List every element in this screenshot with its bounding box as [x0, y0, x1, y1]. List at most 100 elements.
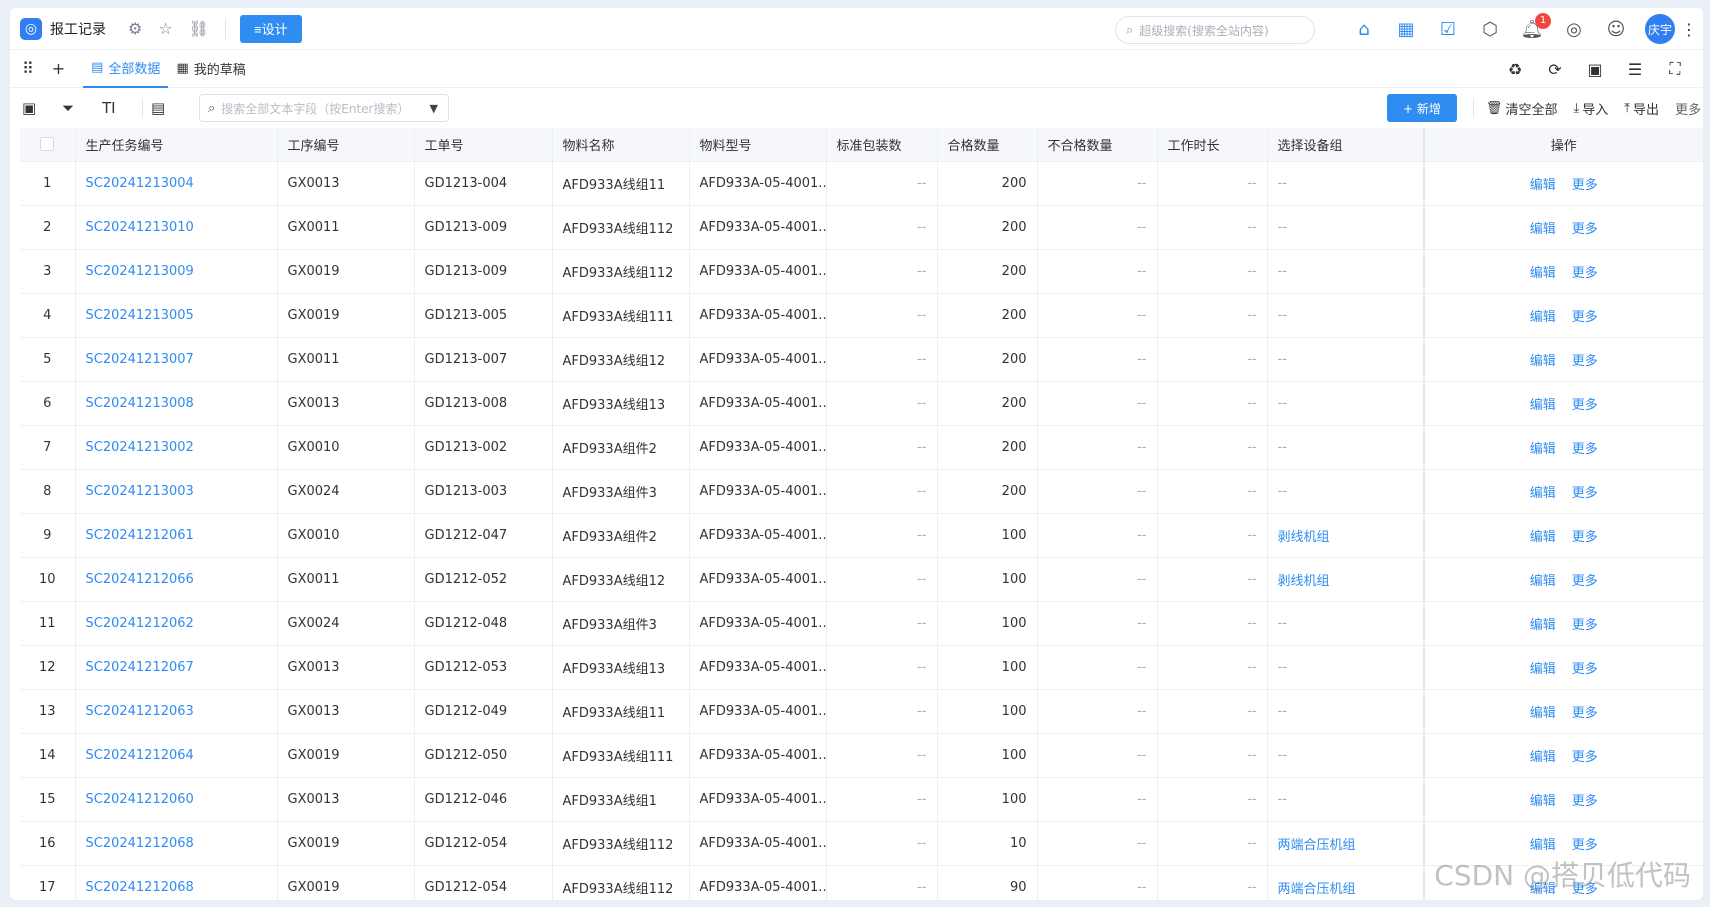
tab-my-drafts[interactable]: ▦ 我的草稿	[168, 50, 253, 88]
task-number-link[interactable]: SC20241212067	[75, 645, 278, 690]
table-row[interactable]: 11 SC20241212062 GX0024 GD1212-048 AFD933A组件…	[20, 601, 1703, 646]
chevron-down-icon[interactable]: ▼	[430, 102, 438, 115]
design-button[interactable]: ≡设计	[240, 14, 302, 43]
task-number-link[interactable]: SC20241213008	[75, 381, 278, 426]
task-number-link[interactable]: SC20241213007	[75, 337, 278, 382]
more-link[interactable]: 更多	[1572, 266, 1598, 281]
report-icon[interactable]: ▣	[1575, 60, 1615, 79]
column-settings-icon[interactable]: ▤	[151, 99, 191, 117]
device-group-cell[interactable]: 剥线机组	[1267, 557, 1425, 602]
table-row[interactable]: 3 SC20241213009 GX0019 GD1213-009 AFD933A线组1…	[20, 249, 1703, 294]
more-link[interactable]: 更多	[1572, 662, 1598, 677]
edit-link[interactable]: 编辑	[1530, 618, 1556, 633]
column-header[interactable]: 物料型号	[689, 128, 827, 162]
apps-grid-icon[interactable]: ▦	[1385, 19, 1427, 40]
column-header[interactable]: 物料名称	[552, 128, 690, 162]
more-link[interactable]: 更多	[1572, 486, 1598, 501]
column-header[interactable]: 不合格数量	[1037, 128, 1158, 162]
table-row[interactable]: 7 SC20241213002 GX0010 GD1213-002 AFD933A组件2…	[20, 425, 1703, 470]
filter-icon[interactable]: ⏷	[62, 99, 102, 117]
more-link[interactable]: 更多	[1572, 178, 1598, 193]
edit-link[interactable]: 编辑	[1530, 530, 1556, 545]
more-button[interactable]: 更多	[1675, 99, 1701, 118]
edit-link[interactable]: 编辑	[1530, 706, 1556, 721]
more-link[interactable]: 更多	[1572, 882, 1598, 897]
edit-link[interactable]: 编辑	[1530, 794, 1556, 809]
task-number-link[interactable]: SC20241213003	[75, 469, 278, 514]
table-search-input[interactable]: ⌕ 搜索全部文本字段（按Enter搜索） ▼	[199, 94, 449, 122]
task-check-icon[interactable]: ☑	[1427, 19, 1469, 40]
device-group-cell[interactable]: 两端合压机组	[1267, 821, 1425, 866]
table-row[interactable]: 14 SC20241212064 GX0019 GD1212-050 AFD933A线组…	[20, 733, 1703, 778]
device-group-cell[interactable]: 两端合压机组	[1267, 865, 1425, 900]
more-vertical-icon[interactable]: ⋮	[1681, 20, 1697, 39]
clear-all-button[interactable]: 🗑︎ 清空全部	[1486, 99, 1558, 118]
column-header[interactable]: 合格数量	[937, 128, 1038, 162]
more-link[interactable]: 更多	[1572, 530, 1598, 545]
drag-grid-icon[interactable]: ⠿	[22, 59, 34, 78]
bell-icon[interactable]: 🔔︎ 1	[1511, 12, 1553, 40]
recycle-icon[interactable]: ♻	[1495, 60, 1535, 79]
edit-link[interactable]: 编辑	[1530, 310, 1556, 325]
task-number-link[interactable]: SC20241212063	[75, 689, 278, 734]
table-row[interactable]: 8 SC20241213003 GX0024 GD1213-003 AFD933A组件3…	[20, 469, 1703, 514]
more-link[interactable]: 更多	[1572, 706, 1598, 721]
edit-link[interactable]: 编辑	[1530, 574, 1556, 589]
edit-link[interactable]: 编辑	[1530, 354, 1556, 369]
link-icon[interactable]: ⛓	[189, 19, 209, 38]
refresh-icon[interactable]: ⟳	[1535, 60, 1575, 79]
edit-link[interactable]: 编辑	[1530, 398, 1556, 413]
settings-icon[interactable]: ⚙	[128, 19, 142, 38]
user-circle-icon[interactable]: ☺	[1595, 19, 1637, 40]
table-row[interactable]: 4 SC20241213005 GX0019 GD1213-005 AFD933A线组1…	[20, 293, 1703, 338]
more-link[interactable]: 更多	[1572, 618, 1598, 633]
save-view-icon[interactable]: ▣	[22, 99, 62, 117]
table-row[interactable]: 13 SC20241212063 GX0013 GD1212-049 AFD933A线组…	[20, 689, 1703, 734]
edit-link[interactable]: 编辑	[1530, 750, 1556, 765]
more-link[interactable]: 更多	[1572, 838, 1598, 853]
task-number-link[interactable]: SC20241213002	[75, 425, 278, 470]
table-row[interactable]: 10 SC20241212066 GX0011 GD1212-052 AFD933A线组…	[20, 557, 1703, 602]
select-all-checkbox[interactable]	[20, 128, 76, 162]
add-button[interactable]: + 新增	[1387, 94, 1457, 122]
table-row[interactable]: 5 SC20241213007 GX0011 GD1213-007 AFD933A线组1…	[20, 337, 1703, 382]
table-row[interactable]: 2 SC20241213010 GX0011 GD1213-009 AFD933A线组1…	[20, 205, 1703, 250]
more-link[interactable]: 更多	[1572, 750, 1598, 765]
table-row[interactable]: 6 SC20241213008 GX0013 GD1213-008 AFD933A线组1…	[20, 381, 1703, 426]
more-link[interactable]: 更多	[1572, 310, 1598, 325]
task-number-link[interactable]: SC20241213005	[75, 293, 278, 338]
task-number-link[interactable]: SC20241212066	[75, 557, 278, 602]
edit-link[interactable]: 编辑	[1530, 662, 1556, 677]
export-button[interactable]: ⤒ 导出	[1624, 99, 1659, 118]
task-number-link[interactable]: SC20241212064	[75, 733, 278, 778]
text-size-icon[interactable]: TI	[102, 99, 142, 117]
fullscreen-icon[interactable]: ⛶	[1655, 59, 1695, 79]
edit-link[interactable]: 编辑	[1530, 838, 1556, 853]
edit-link[interactable]: 编辑	[1530, 442, 1556, 457]
task-number-link[interactable]: SC20241213010	[75, 205, 278, 250]
more-link[interactable]: 更多	[1572, 442, 1598, 457]
task-number-link[interactable]: SC20241213004	[75, 161, 278, 206]
table-row[interactable]: 17 SC20241212068 GX0019 GD1212-054 AFD933A线组…	[20, 865, 1703, 900]
task-number-link[interactable]: SC20241212068	[75, 821, 278, 866]
edit-link[interactable]: 编辑	[1530, 178, 1556, 193]
more-link[interactable]: 更多	[1572, 222, 1598, 237]
column-header[interactable]: 工序编号	[277, 128, 415, 162]
edit-link[interactable]: 编辑	[1530, 882, 1556, 897]
hexagon-icon[interactable]: ⬡	[1469, 19, 1511, 40]
avatar[interactable]: 庆宇	[1645, 14, 1675, 44]
star-icon[interactable]: ☆	[158, 19, 172, 38]
compass-icon[interactable]: ◎	[1553, 19, 1595, 40]
column-header[interactable]: 工作时长	[1157, 128, 1268, 162]
more-link[interactable]: 更多	[1572, 574, 1598, 589]
add-view-icon[interactable]: +	[52, 59, 65, 78]
table-row[interactable]: 15 SC20241212060 GX0013 GD1212-046 AFD933A线组…	[20, 777, 1703, 822]
import-button[interactable]: ⤓ 导入	[1573, 99, 1608, 118]
more-link[interactable]: 更多	[1572, 794, 1598, 809]
task-number-link[interactable]: SC20241212060	[75, 777, 278, 822]
home-icon[interactable]: ⌂	[1343, 19, 1385, 40]
table-row[interactable]: 16 SC20241212068 GX0019 GD1212-054 AFD933A线组…	[20, 821, 1703, 866]
search-list-icon[interactable]: ☰	[1615, 60, 1655, 79]
column-header[interactable]: 选择设备组	[1267, 128, 1425, 162]
edit-link[interactable]: 编辑	[1530, 486, 1556, 501]
